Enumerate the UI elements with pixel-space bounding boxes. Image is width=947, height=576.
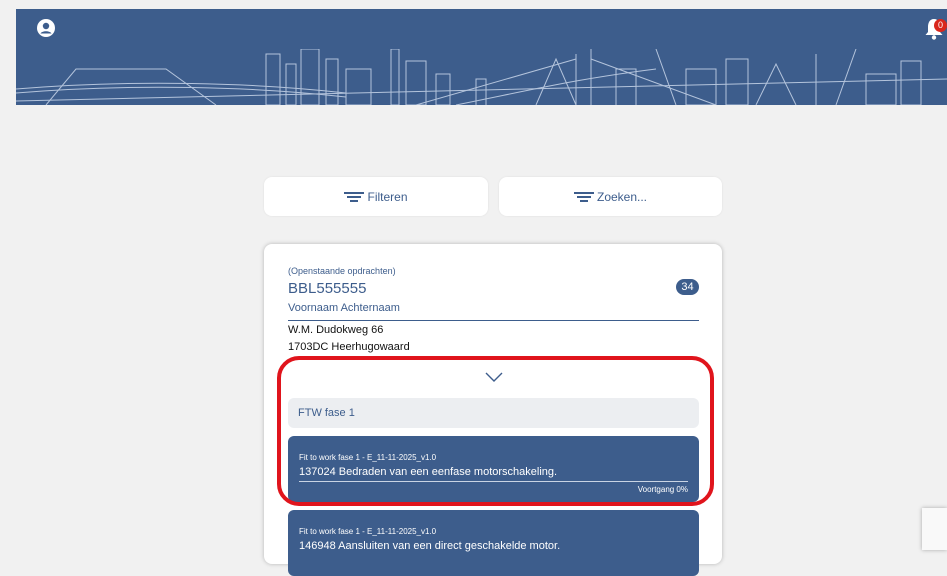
student-code: BBL555555 xyxy=(288,280,367,297)
address-city: 1703DC Heerhugowaard xyxy=(288,341,410,353)
task-subtitle: Fit to work fase 1 - E_11-11-2025_v1.0 xyxy=(299,527,437,536)
recaptcha-badge[interactable] xyxy=(922,508,947,550)
task-item[interactable]: Fit to work fase 1 - E_11-11-2025_v1.0 1… xyxy=(288,436,699,502)
filter-button[interactable]: Filteren xyxy=(264,177,488,216)
phase-header[interactable]: FTW fase 1 xyxy=(288,398,699,428)
chevron-down-icon[interactable] xyxy=(485,371,503,383)
header-banner-illustration xyxy=(16,49,947,105)
card-subtitle: (Openstaande opdrachten) xyxy=(288,266,396,276)
task-progress: Voortgang 0% xyxy=(637,485,688,494)
task-title: 146948 Aansluiten van een direct geschak… xyxy=(299,540,561,552)
filter-lines-icon xyxy=(344,191,365,202)
task-title: 137024 Bedraden van een eenfase motorsch… xyxy=(299,466,558,478)
student-card: (Openstaande opdrachten) BBL555555 34 Vo… xyxy=(264,244,722,576)
user-profile-icon[interactable] xyxy=(36,18,56,38)
top-bar: 0 xyxy=(16,9,947,49)
filter-button-label: Filteren xyxy=(367,189,408,204)
task-item[interactable]: Fit to work fase 1 - E_11-11-2025_v1.0 1… xyxy=(288,510,699,576)
divider xyxy=(288,320,699,321)
filter-lines-icon xyxy=(573,191,594,202)
notification-count-badge: 0 xyxy=(934,19,947,32)
address-street: W.M. Dudokweg 66 xyxy=(288,324,384,336)
search-button[interactable]: Zoeken... xyxy=(499,177,722,216)
task-divider xyxy=(299,481,688,482)
search-button-label: Zoeken... xyxy=(596,189,648,204)
student-name: Voornaam Achternaam xyxy=(288,302,400,314)
task-subtitle: Fit to work fase 1 - E_11-11-2025_v1.0 xyxy=(299,453,437,462)
open-assignments-count-badge: 34 xyxy=(676,279,699,295)
